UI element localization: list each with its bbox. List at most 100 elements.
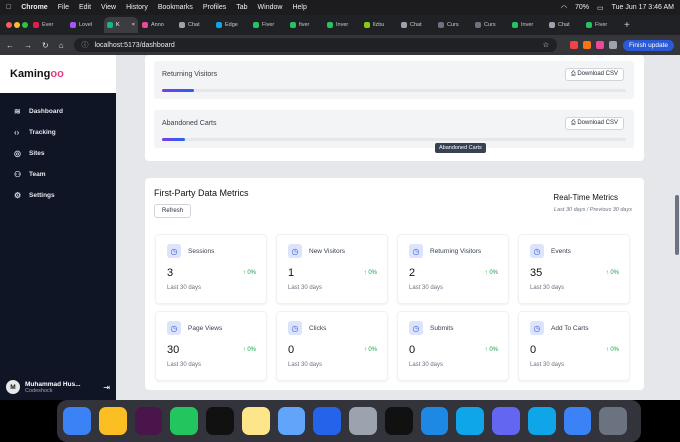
extension-icon[interactable] xyxy=(569,41,578,49)
clock[interactable]: Tue Jun 17 3:46 AM xyxy=(612,4,674,11)
metric-period: Last 30 days xyxy=(409,285,444,291)
abandoned-carts-row: Abandoned Carts ⎙ Download CSV xyxy=(154,110,634,148)
download-csv-button[interactable]: ⎙ Download CSV xyxy=(564,117,624,130)
wifi-icon[interactable]: ◠ xyxy=(561,4,567,12)
menu-view[interactable]: View xyxy=(101,4,116,11)
browser-tab[interactable]: Inver xyxy=(324,17,360,33)
main-content: Returning Visitors ⎙ Download CSV Abando… xyxy=(116,55,680,400)
extension-icon[interactable] xyxy=(595,41,604,49)
browser-tab[interactable]: Fiver xyxy=(250,17,286,33)
edge-icon[interactable] xyxy=(456,407,484,435)
menu-history[interactable]: History xyxy=(126,4,148,11)
browser-tab[interactable]: fiver xyxy=(287,17,323,33)
extension-icon[interactable] xyxy=(582,41,591,49)
metric-card: ◷ Clicks 0 ↑ 0% Last 30 days xyxy=(276,311,388,381)
menu-tab[interactable]: Tab xyxy=(236,4,247,11)
trash-icon[interactable] xyxy=(599,407,627,435)
sidebar-item-settings[interactable]: ⚙ Settings xyxy=(0,185,116,206)
close-window-icon[interactable] xyxy=(6,22,12,28)
user-org: Codeshock xyxy=(25,387,53,394)
progress-fill xyxy=(162,138,186,141)
back-icon[interactable]: ← xyxy=(6,41,14,50)
bookmark-star-icon[interactable]: ☆ xyxy=(543,41,549,49)
browser-tab[interactable]: Ever xyxy=(30,17,66,33)
new-tab-button[interactable]: + xyxy=(624,20,630,31)
slack-icon[interactable] xyxy=(134,407,163,435)
browser-tab[interactable]: Curs xyxy=(472,17,508,33)
tab-favicon-icon xyxy=(475,22,481,28)
logout-icon[interactable]: ⇥ xyxy=(103,383,110,392)
browser-tab[interactable]: Lovel xyxy=(67,17,103,33)
download-csv-button[interactable]: ⎙ Download CSV xyxy=(564,68,624,81)
terminal-icon[interactable] xyxy=(384,407,413,435)
tab-label: Ever xyxy=(42,22,54,28)
tab-label: Chat xyxy=(188,22,200,28)
finish-update-button[interactable]: Finish update xyxy=(622,39,674,51)
sidebar-item-tracking[interactable]: ‹› Tracking xyxy=(0,122,116,143)
sidebar-item-team[interactable]: ⚇ Team xyxy=(0,164,116,185)
zoom-window-icon[interactable] xyxy=(22,22,28,28)
user-profile[interactable]: M Muhammad Hus... Codeshock ⇥ xyxy=(6,380,110,394)
chrome-icon[interactable] xyxy=(98,407,127,435)
home-icon[interactable]: ⌂ xyxy=(59,41,64,50)
cursor-icon[interactable] xyxy=(206,407,234,435)
teams-icon[interactable] xyxy=(492,407,520,435)
url-field[interactable]: ⓘ localhost:5173/dashboard ☆ xyxy=(73,38,557,52)
whatsapp-icon[interactable] xyxy=(170,407,198,435)
browser-tab[interactable]: Anno xyxy=(139,17,175,33)
tab-favicon-icon xyxy=(438,22,444,28)
menu-bookmarks[interactable]: Bookmarks xyxy=(158,4,193,11)
metric-change: ↑ 0% xyxy=(363,270,377,276)
system-settings-icon[interactable] xyxy=(349,407,377,435)
close-tab-icon[interactable]: × xyxy=(132,22,135,28)
browser-tab[interactable]: Chat xyxy=(546,17,582,33)
logo[interactable]: Kaming oo xyxy=(0,55,116,93)
dock xyxy=(57,400,641,442)
notes-icon[interactable] xyxy=(241,407,270,435)
menu-window[interactable]: Window xyxy=(258,4,283,11)
returning-visitors-row: Returning Visitors ⎙ Download CSV xyxy=(154,61,634,99)
minimize-window-icon[interactable] xyxy=(14,22,20,28)
menu-profiles[interactable]: Profiles xyxy=(203,4,226,11)
sidebar-item-sites[interactable]: ◎ Sites xyxy=(0,143,116,164)
browser-tab[interactable]: Curs xyxy=(435,17,471,33)
site-info-icon[interactable]: ⓘ xyxy=(82,40,89,50)
realtime-subtitle: Last 30 days / Previous 30 days xyxy=(554,207,632,213)
metric-period: Last 30 days xyxy=(288,362,323,368)
scrollbar[interactable] xyxy=(675,195,679,255)
browser-tab[interactable]: Chat xyxy=(176,17,212,33)
app-store-icon[interactable] xyxy=(313,407,341,435)
browser-tab[interactable]: Fiver xyxy=(583,17,619,33)
tooltip: Abandoned Carts xyxy=(435,143,486,153)
metric-change: ↑ 0% xyxy=(242,347,256,353)
safari-icon[interactable] xyxy=(563,407,592,435)
browser-tab[interactable]: Edge xyxy=(213,17,249,33)
sidebar-item-label: Dashboard xyxy=(29,108,63,115)
browser-tab[interactable]: Chat xyxy=(398,17,434,33)
sidebar-item-dashboard[interactable]: ≋ Dashboard xyxy=(0,101,116,122)
tab-label: Chat xyxy=(410,22,422,28)
menu-app-name[interactable]: Chrome xyxy=(21,4,47,11)
progress-track xyxy=(162,89,626,92)
extension-icon[interactable] xyxy=(608,41,617,49)
browser-tab[interactable]: llzbu xyxy=(361,17,397,33)
finder-icon[interactable] xyxy=(63,407,91,435)
apple-icon[interactable]:  xyxy=(6,4,11,11)
vscode-icon[interactable] xyxy=(420,407,449,435)
menu-file[interactable]: File xyxy=(58,4,69,11)
tab-label: Fiver xyxy=(595,22,608,28)
tab-favicon-icon xyxy=(142,22,148,28)
menu-edit[interactable]: Edit xyxy=(79,4,91,11)
forward-icon[interactable]: → xyxy=(24,41,32,50)
browser-tab[interactable]: Inver xyxy=(509,17,545,33)
browser-tab[interactable]: K × xyxy=(104,17,138,33)
menu-help[interactable]: Help xyxy=(292,4,306,11)
metric-value: 0 xyxy=(530,344,537,356)
xcode-icon[interactable] xyxy=(277,407,306,435)
refresh-button[interactable]: Refresh xyxy=(154,204,192,218)
reload-icon[interactable]: ↻ xyxy=(42,41,49,50)
tab-favicon-icon xyxy=(70,22,76,28)
docker-icon[interactable] xyxy=(527,407,556,435)
battery-icon[interactable]: ▭ xyxy=(597,4,604,12)
battery-level[interactable]: 70% xyxy=(575,4,589,11)
